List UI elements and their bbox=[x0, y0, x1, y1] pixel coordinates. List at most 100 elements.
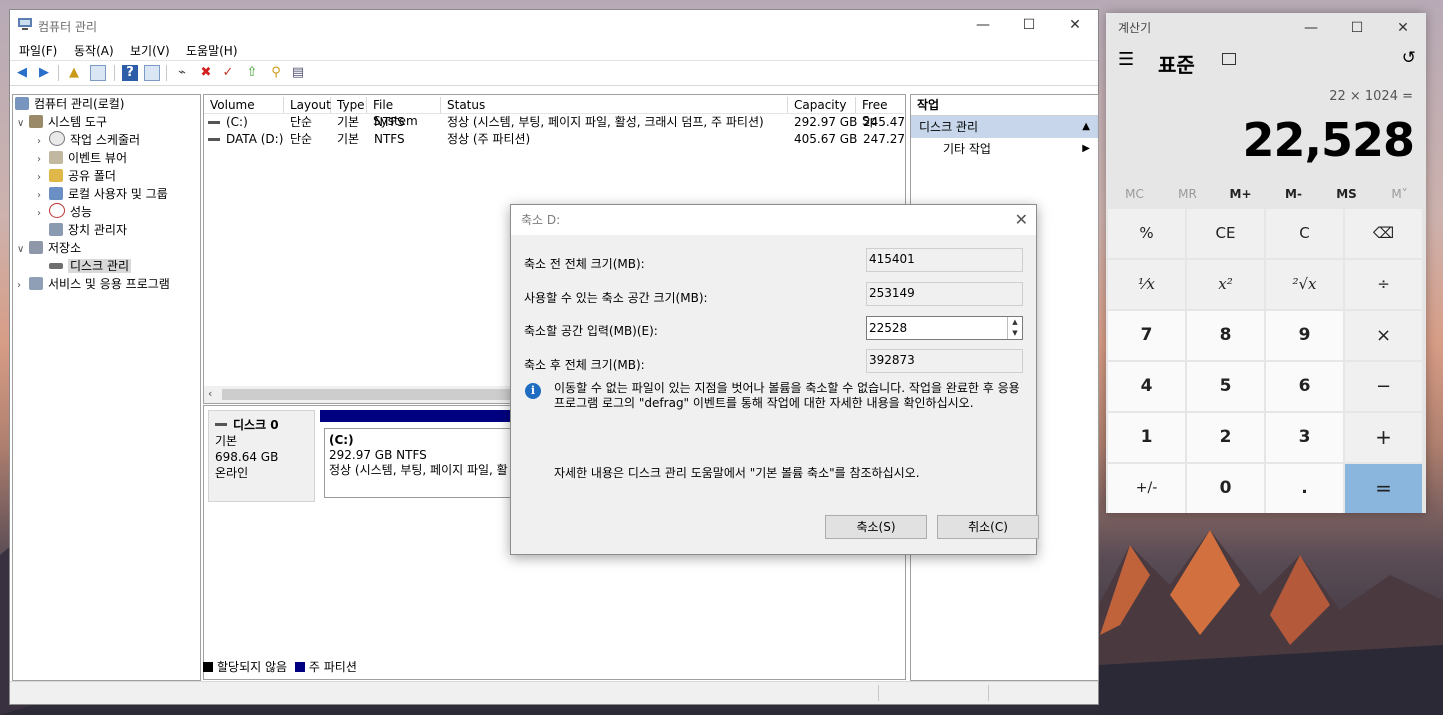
tree-item-task-scheduler[interactable]: › 작업 스케줄러 bbox=[37, 131, 140, 149]
tree-item-performance[interactable]: › 성능 bbox=[37, 203, 92, 221]
square-button[interactable]: x² bbox=[1187, 260, 1264, 309]
memory-subtract-button[interactable]: M- bbox=[1267, 187, 1320, 201]
connect-icon[interactable]: ⌁ bbox=[174, 65, 190, 81]
dialog-title-bar: 축소 D: ✕ bbox=[511, 205, 1036, 235]
multiply-button[interactable]: × bbox=[1345, 311, 1422, 360]
hamburger-menu-icon[interactable]: ☰ bbox=[1118, 49, 1134, 70]
tree-item-local-users[interactable]: › 로컬 사용자 및 그룹 bbox=[37, 185, 168, 203]
actions-more[interactable]: 기타 작업 ▶ bbox=[911, 138, 1098, 160]
tree-item-storage[interactable]: ∨ 저장소 bbox=[17, 239, 81, 257]
memory-list-button[interactable]: M˅ bbox=[1373, 187, 1426, 201]
digit-9-button[interactable]: 9 bbox=[1266, 311, 1343, 360]
search-icon[interactable]: ⚲ bbox=[268, 65, 284, 81]
memory-clear-button[interactable]: MC bbox=[1108, 187, 1161, 201]
menu-help[interactable]: 도움말(H) bbox=[186, 42, 238, 59]
forward-icon[interactable]: ▶ bbox=[36, 65, 52, 81]
spin-down-icon[interactable]: ▼ bbox=[1008, 328, 1022, 339]
clear-entry-button[interactable]: CE bbox=[1187, 209, 1264, 258]
memory-recall-button[interactable]: MR bbox=[1161, 187, 1214, 201]
memory-add-button[interactable]: M+ bbox=[1214, 187, 1267, 201]
computer-management-icon bbox=[15, 97, 29, 110]
actions-section-disk-management[interactable]: 디스크 관리 ▲ bbox=[911, 116, 1098, 138]
keep-on-top-icon[interactable] bbox=[1222, 53, 1236, 65]
column-layout[interactable]: Layout bbox=[284, 97, 331, 113]
minimize-button[interactable]: — bbox=[1288, 13, 1334, 43]
volume-fs: NTFS bbox=[374, 132, 405, 146]
clear-button[interactable]: C bbox=[1266, 209, 1343, 258]
history-icon[interactable]: ↺ bbox=[1402, 48, 1416, 68]
import-icon[interactable]: ⇧ bbox=[244, 65, 260, 81]
tree-item-computer-management[interactable]: 컴퓨터 관리(로컬) bbox=[15, 95, 124, 113]
digit-0-button[interactable]: 0 bbox=[1187, 464, 1264, 513]
menu-file[interactable]: 파일(F) bbox=[19, 42, 57, 59]
shrink-amount-value: 22528 bbox=[869, 321, 908, 335]
column-free-space[interactable]: Free Sp bbox=[856, 97, 904, 128]
maximize-button[interactable]: ☐ bbox=[1006, 10, 1052, 40]
backspace-button[interactable]: ⌫ bbox=[1345, 209, 1422, 258]
memory-store-button[interactable]: MS bbox=[1320, 187, 1373, 201]
properties-icon[interactable]: ✓ bbox=[220, 65, 236, 81]
calculator-window: 계산기 — ☐ ✕ ☰ 표준 ↺ 22 × 1024 = 22,528 MC M… bbox=[1106, 13, 1426, 513]
subtract-button[interactable]: − bbox=[1345, 362, 1422, 411]
window-title: 컴퓨터 관리 bbox=[38, 20, 98, 34]
spin-up-icon[interactable]: ▲ bbox=[1008, 317, 1022, 328]
volume-capacity: 292.97 GB bbox=[794, 115, 858, 129]
reciprocal-button[interactable]: ¹⁄x bbox=[1108, 260, 1185, 309]
add-button[interactable]: + bbox=[1345, 413, 1422, 462]
up-folder-icon[interactable]: ▲ bbox=[66, 65, 82, 81]
result-display: 22,528 bbox=[1242, 113, 1415, 167]
digit-7-button[interactable]: 7 bbox=[1108, 311, 1185, 360]
action-pane-icon[interactable] bbox=[144, 65, 160, 81]
square-root-button[interactable]: ²√x bbox=[1266, 260, 1343, 309]
tree-item-services-apps[interactable]: › 서비스 및 응용 프로그램 bbox=[17, 275, 170, 293]
menu-action[interactable]: 동작(A) bbox=[74, 42, 114, 59]
column-status[interactable]: Status bbox=[441, 97, 788, 113]
decimal-button[interactable]: . bbox=[1266, 464, 1343, 513]
digit-2-button[interactable]: 2 bbox=[1187, 413, 1264, 462]
close-button[interactable]: ✕ bbox=[1052, 10, 1098, 40]
collapse-up-icon[interactable]: ▲ bbox=[1082, 116, 1090, 138]
cancel-button[interactable]: 취소(C) bbox=[937, 515, 1039, 539]
list-icon[interactable]: ▤ bbox=[290, 65, 306, 81]
shrink-button[interactable]: 축소(S) bbox=[825, 515, 927, 539]
column-volume[interactable]: Volume bbox=[204, 97, 284, 113]
menu-view[interactable]: 보기(V) bbox=[130, 42, 170, 59]
maximize-button[interactable]: ☐ bbox=[1334, 13, 1380, 43]
calculator-title: 계산기 bbox=[1118, 21, 1152, 35]
percent-button[interactable]: % bbox=[1108, 209, 1185, 258]
digit-8-button[interactable]: 8 bbox=[1187, 311, 1264, 360]
column-capacity[interactable]: Capacity bbox=[788, 97, 856, 113]
shrink-amount-stepper[interactable]: ▲ ▼ bbox=[1007, 317, 1022, 339]
show-tree-icon[interactable] bbox=[90, 65, 106, 81]
table-row[interactable]: (C:) 단순 기본 NTFS 정상 (시스템, 부팅, 페이지 파일, 활성,… bbox=[204, 114, 905, 131]
disk-label[interactable]: 디스크 0 기본 698.64 GB 온라인 bbox=[208, 410, 315, 502]
tree-item-disk-management[interactable]: 디스크 관리 bbox=[49, 257, 132, 275]
table-row[interactable]: DATA (D:) 단순 기본 NTFS 정상 (주 파티션) 405.67 G… bbox=[204, 131, 905, 148]
minimize-button[interactable]: — bbox=[960, 10, 1006, 40]
equals-button[interactable]: = bbox=[1345, 464, 1422, 513]
delete-icon[interactable]: ✖ bbox=[198, 65, 214, 81]
column-file-system[interactable]: File System bbox=[367, 97, 441, 128]
digit-4-button[interactable]: 4 bbox=[1108, 362, 1185, 411]
tree-item-event-viewer[interactable]: › 이벤트 뷰어 bbox=[37, 149, 127, 167]
disk-state: 온라인 bbox=[215, 466, 249, 480]
digit-1-button[interactable]: 1 bbox=[1108, 413, 1185, 462]
column-type[interactable]: Type bbox=[331, 97, 367, 113]
help-icon[interactable]: ? bbox=[122, 65, 138, 81]
back-icon[interactable]: ◀ bbox=[14, 65, 30, 81]
scroll-left-icon[interactable]: ‹ bbox=[208, 387, 212, 400]
close-button[interactable]: ✕ bbox=[1380, 13, 1426, 43]
scrollbar-thumb[interactable] bbox=[222, 389, 522, 400]
chevron-right-icon: › bbox=[37, 208, 41, 219]
digit-3-button[interactable]: 3 bbox=[1266, 413, 1343, 462]
tree-item-device-manager[interactable]: 장치 관리자 bbox=[49, 221, 127, 239]
tree-item-system-tools[interactable]: ∨ 시스템 도구 bbox=[17, 113, 107, 131]
tree-item-shared-folders[interactable]: › 공유 폴더 bbox=[37, 167, 116, 185]
divide-button[interactable]: ÷ bbox=[1345, 260, 1422, 309]
digit-6-button[interactable]: 6 bbox=[1266, 362, 1343, 411]
digit-5-button[interactable]: 5 bbox=[1187, 362, 1264, 411]
close-icon[interactable]: ✕ bbox=[1015, 205, 1028, 235]
shrink-amount-input[interactable]: 22528 ▲ ▼ bbox=[866, 316, 1023, 340]
negate-button[interactable]: +/- bbox=[1108, 464, 1185, 513]
storage-icon bbox=[29, 241, 43, 254]
